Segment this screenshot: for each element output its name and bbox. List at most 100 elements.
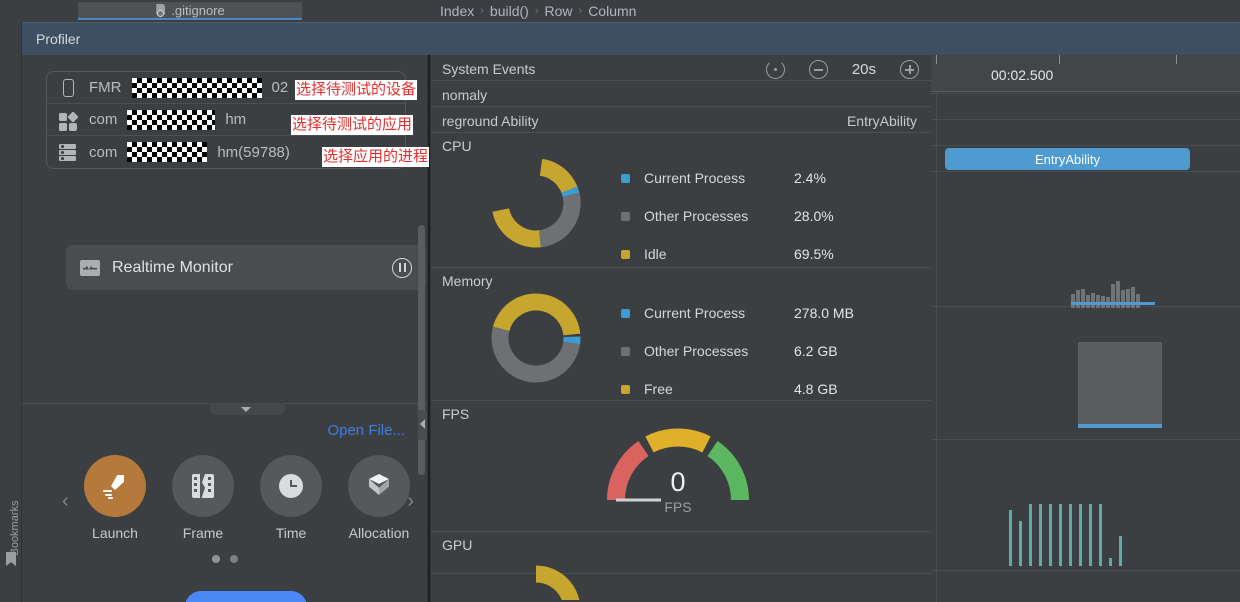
- breadcrumb-item-row[interactable]: Row: [545, 3, 573, 19]
- editor-tab-gitignore[interactable]: .gitignore: [78, 2, 302, 20]
- panel-gpu-title: GPU: [442, 537, 473, 553]
- row-system-events[interactable]: System Events: [431, 55, 931, 81]
- breadcrumb-item-build[interactable]: build(): [490, 3, 529, 19]
- legend-swatch-current-process: [621, 308, 630, 318]
- pause-icon[interactable]: [392, 257, 412, 278]
- carousel-dot-1[interactable]: [211, 555, 220, 563]
- clock-icon: [279, 474, 303, 498]
- scenario-allocation-disc: [348, 455, 410, 517]
- chevron-left-icon: [420, 419, 425, 429]
- cpu-sparkline-current-process: [1071, 302, 1155, 305]
- gitignore-file-icon: [155, 3, 167, 17]
- scenario-time[interactable]: Time: [260, 455, 322, 541]
- panel-gpu: GPU: [431, 532, 931, 602]
- profiler-header: Profiler: [22, 22, 1240, 55]
- memory-timeline-block: [1078, 342, 1162, 424]
- profiler-title: Profiler: [36, 31, 81, 47]
- panel-memory-title: Memory: [442, 273, 493, 289]
- process-icon: [57, 141, 79, 163]
- scenario-launch-label: Launch: [92, 525, 138, 541]
- metrics-pane: 20s System Events nomaly reground Abilit…: [431, 55, 931, 602]
- legend-value-other-processes: 28.0%: [794, 208, 834, 224]
- panel-cpu-title: CPU: [442, 138, 472, 154]
- legend-label-other-processes: Other Processes: [644, 208, 749, 224]
- cpu-legend: Current Process 2.4% Other Processes 28.…: [621, 159, 834, 273]
- legend-value-current-process: 278.0 MB: [794, 305, 854, 321]
- process-name-prefix: com: [89, 143, 118, 161]
- gpu-donut-chart: [486, 560, 586, 602]
- scenario-launch[interactable]: Launch: [84, 455, 146, 541]
- timeline-pane: 00:02.500 EntryAbility: [931, 55, 1240, 602]
- legend-row: Current Process 2.4%: [621, 159, 834, 197]
- device-name-redaction: [131, 77, 262, 98]
- annotation-select-process: 选择应用的进程: [322, 147, 430, 167]
- breadcrumb-separator: ›: [480, 5, 484, 17]
- application-name-redaction: [127, 109, 216, 130]
- rail-partial-label[interactable]: ture: [6, 576, 18, 602]
- editor-tab-label: .gitignore: [171, 2, 225, 18]
- memory-legend: Current Process 278.0 MB Other Processes…: [621, 294, 854, 408]
- legend-value-other-processes: 6.2 GB: [794, 343, 838, 359]
- legend-swatch-free: [621, 384, 630, 394]
- device-name-suffix: 02: [271, 79, 289, 96]
- row-foreground-ability-label: reground Ability: [442, 113, 539, 129]
- chevron-down-icon: [241, 407, 251, 412]
- pane-splitter-line: [428, 55, 430, 602]
- timeline-tick-label: 00:02.500: [991, 67, 1054, 83]
- breadcrumb-item-column[interactable]: Column: [588, 3, 636, 19]
- scenario-frame-label: Frame: [182, 525, 224, 541]
- memory-donut-chart: [486, 288, 586, 393]
- carousel-dot-2[interactable]: [229, 555, 238, 563]
- legend-swatch-current-process: [621, 173, 630, 183]
- legend-row: Other Processes 6.2 GB: [621, 332, 854, 370]
- scenario-time-disc: [260, 455, 322, 517]
- scenario-frame-disc: [172, 455, 234, 517]
- breadcrumb-separator: ›: [578, 5, 583, 17]
- legend-swatch-other-processes: [621, 211, 630, 221]
- realtime-monitor-label: Realtime Monitor: [112, 258, 233, 276]
- scenario-carousel: ‹ › Launch Frame Time Allocation: [46, 455, 422, 551]
- memory-timeline-current-process: [1078, 424, 1162, 428]
- process-name-suffix: hm(59788): [217, 143, 290, 161]
- scenario-list: Launch Frame Time Allocation: [84, 455, 410, 541]
- panel-fps-title: FPS: [442, 406, 470, 422]
- fps-gauge-value: 0: [670, 467, 686, 497]
- scenario-allocation[interactable]: Allocation: [348, 455, 410, 541]
- open-file-link[interactable]: Open File...: [327, 422, 405, 439]
- realtime-monitor-card[interactable]: Realtime Monitor: [66, 245, 426, 290]
- carousel-prev-arrow[interactable]: ‹: [62, 491, 69, 511]
- timeline-grid: EntryAbility: [931, 92, 1240, 602]
- row-foreground-ability[interactable]: reground Ability EntryAbility: [431, 107, 931, 133]
- annotation-select-application: 选择待测试的应用: [291, 115, 414, 135]
- breadcrumb: Index › build() › Row › Column: [440, 0, 636, 22]
- legend-swatch-idle: [621, 249, 630, 259]
- legend-value-idle: 69.5%: [794, 246, 834, 262]
- collapse-panel-handle[interactable]: [210, 403, 285, 415]
- session-pane: FMR 02 com hm com hm(59788) Realtime Mon…: [22, 55, 427, 602]
- timeline-entry-ability-bar[interactable]: EntryAbility: [945, 148, 1190, 170]
- panel-memory: Memory Current Process 278.0 MB Other Pr…: [431, 268, 931, 401]
- fps-timeline-bars: [1009, 496, 1122, 566]
- rocket-icon: [101, 472, 129, 500]
- row-foreground-ability-value: EntryAbility: [846, 113, 917, 129]
- breadcrumb-item-index[interactable]: Index: [440, 3, 474, 19]
- monitor-icon: [80, 259, 100, 276]
- tab-strip-gutter: [0, 0, 24, 22]
- profiler-window: .gitignore Index › build() › Row › Colum…: [0, 0, 1240, 602]
- annotation-select-device: 选择待测试的设备: [295, 80, 418, 100]
- process-name-redaction: [127, 142, 208, 162]
- cpu-donut-chart: [486, 153, 586, 258]
- scenario-frame[interactable]: Frame: [172, 455, 234, 541]
- pane-resize-handle[interactable]: [418, 410, 427, 440]
- scenario-allocation-label: Allocation: [348, 525, 410, 541]
- legend-value-free: 4.8 GB: [794, 381, 838, 397]
- scenario-launch-disc: [84, 455, 146, 517]
- row-anomaly[interactable]: nomaly: [431, 81, 931, 107]
- left-tool-rail: Bookmarks ture: [0, 22, 22, 602]
- panel-cpu: CPU Current Process 2.4% Other Processes…: [431, 133, 931, 268]
- timeline-ruler[interactable]: 00:02.500: [931, 55, 1240, 92]
- legend-swatch-other-processes: [621, 346, 630, 356]
- fps-gauge-unit: FPS: [664, 499, 692, 515]
- create-session-button[interactable]: Create Session: [185, 591, 307, 602]
- legend-label-idle: Idle: [644, 246, 667, 262]
